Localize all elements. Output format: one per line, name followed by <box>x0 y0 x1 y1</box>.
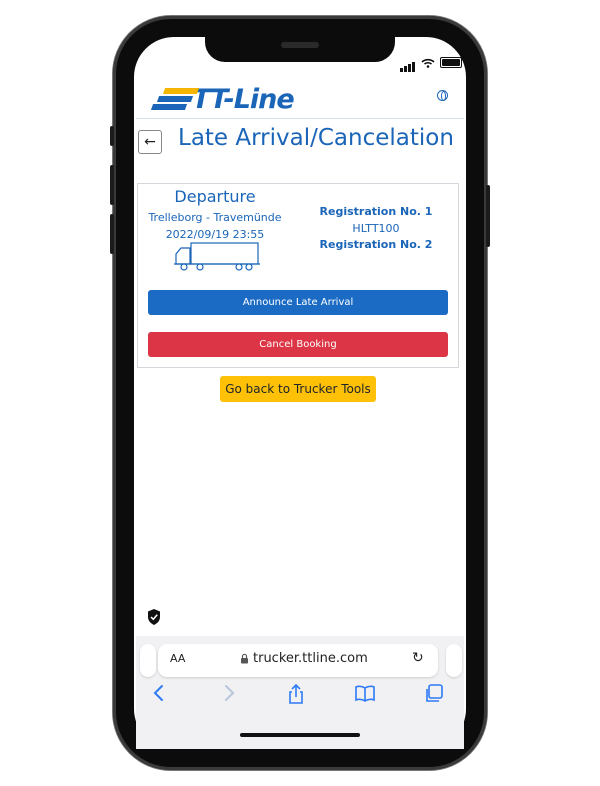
volume-up-button <box>110 165 114 205</box>
mute-switch <box>110 126 114 146</box>
tabs-icon[interactable] <box>424 684 444 704</box>
next-tab-peek[interactable] <box>446 644 462 677</box>
share-icon[interactable] <box>287 684 305 704</box>
departure-datetime: 2022/09/19 23:55 <box>165 228 265 241</box>
departure-label: Departure <box>174 187 256 206</box>
lock-icon <box>241 653 248 664</box>
prev-tab-peek[interactable] <box>140 644 156 677</box>
reader-settings-button[interactable]: AA <box>170 652 185 665</box>
status-bar <box>400 53 462 72</box>
page-title: Late Arrival/Cancelation <box>178 125 454 151</box>
home-indicator[interactable] <box>240 733 360 737</box>
notch <box>205 36 395 62</box>
back-icon[interactable] <box>152 684 166 702</box>
battery-icon <box>440 57 462 68</box>
back-button[interactable]: ← <box>138 130 162 154</box>
registration-block: Registration No. 1 HLTT100 Registration … <box>316 204 436 254</box>
globe-icon[interactable] <box>437 90 448 101</box>
url-text: trucker.ttline.com <box>253 651 368 666</box>
shield-icon[interactable] <box>146 608 162 626</box>
speaker <box>281 42 319 48</box>
truck-icon <box>174 242 260 271</box>
header-divider <box>136 118 464 119</box>
tt-line-logo[interactable]: TT-Line <box>150 84 295 115</box>
volume-down-button <box>110 214 114 254</box>
route-text: Trelleborg - Travemünde <box>148 211 282 224</box>
power-button <box>486 185 490 247</box>
cancel-booking-button[interactable]: Cancel Booking <box>148 332 448 357</box>
logo-stripes-icon <box>150 87 200 112</box>
go-back-trucker-tools-button[interactable]: Go back to Trucker Tools <box>220 376 376 402</box>
signal-icon <box>400 53 416 72</box>
bookmarks-icon[interactable] <box>354 684 376 702</box>
registration-1-value: HLTT100 <box>352 221 400 235</box>
announce-late-arrival-button[interactable]: Announce Late Arrival <box>148 290 448 315</box>
registration-2-label: Registration No. 2 <box>319 238 433 251</box>
url-field[interactable]: trucker.ttline.com <box>240 651 368 666</box>
reload-icon[interactable]: ↻ <box>412 650 424 666</box>
logo-text: TT-Line <box>192 84 295 115</box>
registration-1-label: Registration No. 1 <box>319 205 433 218</box>
wifi-icon <box>421 58 435 68</box>
forward-icon[interactable] <box>222 684 236 702</box>
